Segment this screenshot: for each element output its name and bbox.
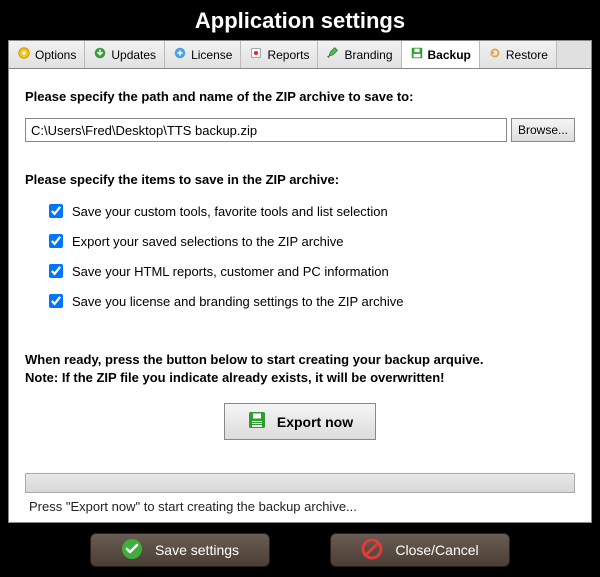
tab-updates[interactable]: Updates — [85, 41, 165, 68]
check-html-reports[interactable]: Save your HTML reports, customer and PC … — [45, 261, 575, 281]
restore-icon — [488, 46, 502, 63]
tab-label: License — [191, 48, 232, 62]
tab-label: Backup — [428, 48, 471, 62]
tab-branding[interactable]: Branding — [318, 41, 401, 68]
tab-backup[interactable]: Backup — [402, 41, 480, 68]
check-label: Save your custom tools, favorite tools a… — [72, 204, 388, 219]
reports-icon — [249, 46, 263, 63]
browse-button[interactable]: Browse... — [511, 118, 575, 142]
status-text: Press "Export now" to start creating the… — [25, 499, 575, 514]
gear-icon — [17, 46, 31, 63]
check-label: Save your HTML reports, customer and PC … — [72, 264, 389, 279]
tab-label: Options — [35, 48, 76, 62]
ready-line-2: Note: If the ZIP file you indicate alrea… — [25, 369, 575, 387]
check-license-branding[interactable]: Save you license and branding settings t… — [45, 291, 575, 311]
pencil-icon — [326, 46, 340, 63]
progress-bar — [25, 473, 575, 493]
tab-license[interactable]: License — [165, 41, 241, 68]
tab-label: Updates — [111, 48, 156, 62]
checkbox[interactable] — [49, 234, 63, 248]
save-settings-button[interactable]: Save settings — [90, 533, 270, 567]
save-label: Save settings — [155, 542, 239, 558]
tab-label: Branding — [344, 48, 392, 62]
check-label: Save you license and branding settings t… — [72, 294, 403, 309]
ready-text: When ready, press the button below to st… — [25, 351, 575, 387]
tab-reports[interactable]: Reports — [241, 41, 318, 68]
check-circle-icon — [121, 538, 143, 563]
download-icon — [93, 46, 107, 63]
checkbox[interactable] — [49, 294, 63, 308]
save-icon — [410, 46, 424, 63]
tab-label: Reports — [267, 48, 309, 62]
check-saved-selections[interactable]: Export your saved selections to the ZIP … — [45, 231, 575, 251]
path-label: Please specify the path and name of the … — [25, 89, 575, 104]
backup-panel: Please specify the path and name of the … — [8, 69, 592, 523]
checkbox[interactable] — [49, 264, 63, 278]
tab-restore[interactable]: Restore — [480, 41, 557, 68]
license-icon — [173, 46, 187, 63]
check-custom-tools[interactable]: Save your custom tools, favorite tools a… — [45, 201, 575, 221]
path-input[interactable] — [25, 118, 507, 142]
tab-bar: Options Updates License Reports Branding — [8, 40, 592, 69]
cancel-label: Close/Cancel — [395, 542, 478, 558]
page-title: Application settings — [0, 0, 600, 40]
check-label: Export your saved selections to the ZIP … — [72, 234, 343, 249]
tab-label: Restore — [506, 48, 548, 62]
save-icon — [247, 410, 267, 433]
tab-options[interactable]: Options — [9, 41, 85, 68]
export-now-button[interactable]: Export now — [224, 403, 376, 440]
close-cancel-button[interactable]: Close/Cancel — [330, 533, 510, 567]
ready-line-1: When ready, press the button below to st… — [25, 351, 575, 369]
export-label: Export now — [277, 414, 353, 430]
checkbox[interactable] — [49, 204, 63, 218]
items-label: Please specify the items to save in the … — [25, 172, 575, 187]
footer: Save settings Close/Cancel — [0, 523, 600, 577]
forbid-icon — [361, 538, 383, 563]
